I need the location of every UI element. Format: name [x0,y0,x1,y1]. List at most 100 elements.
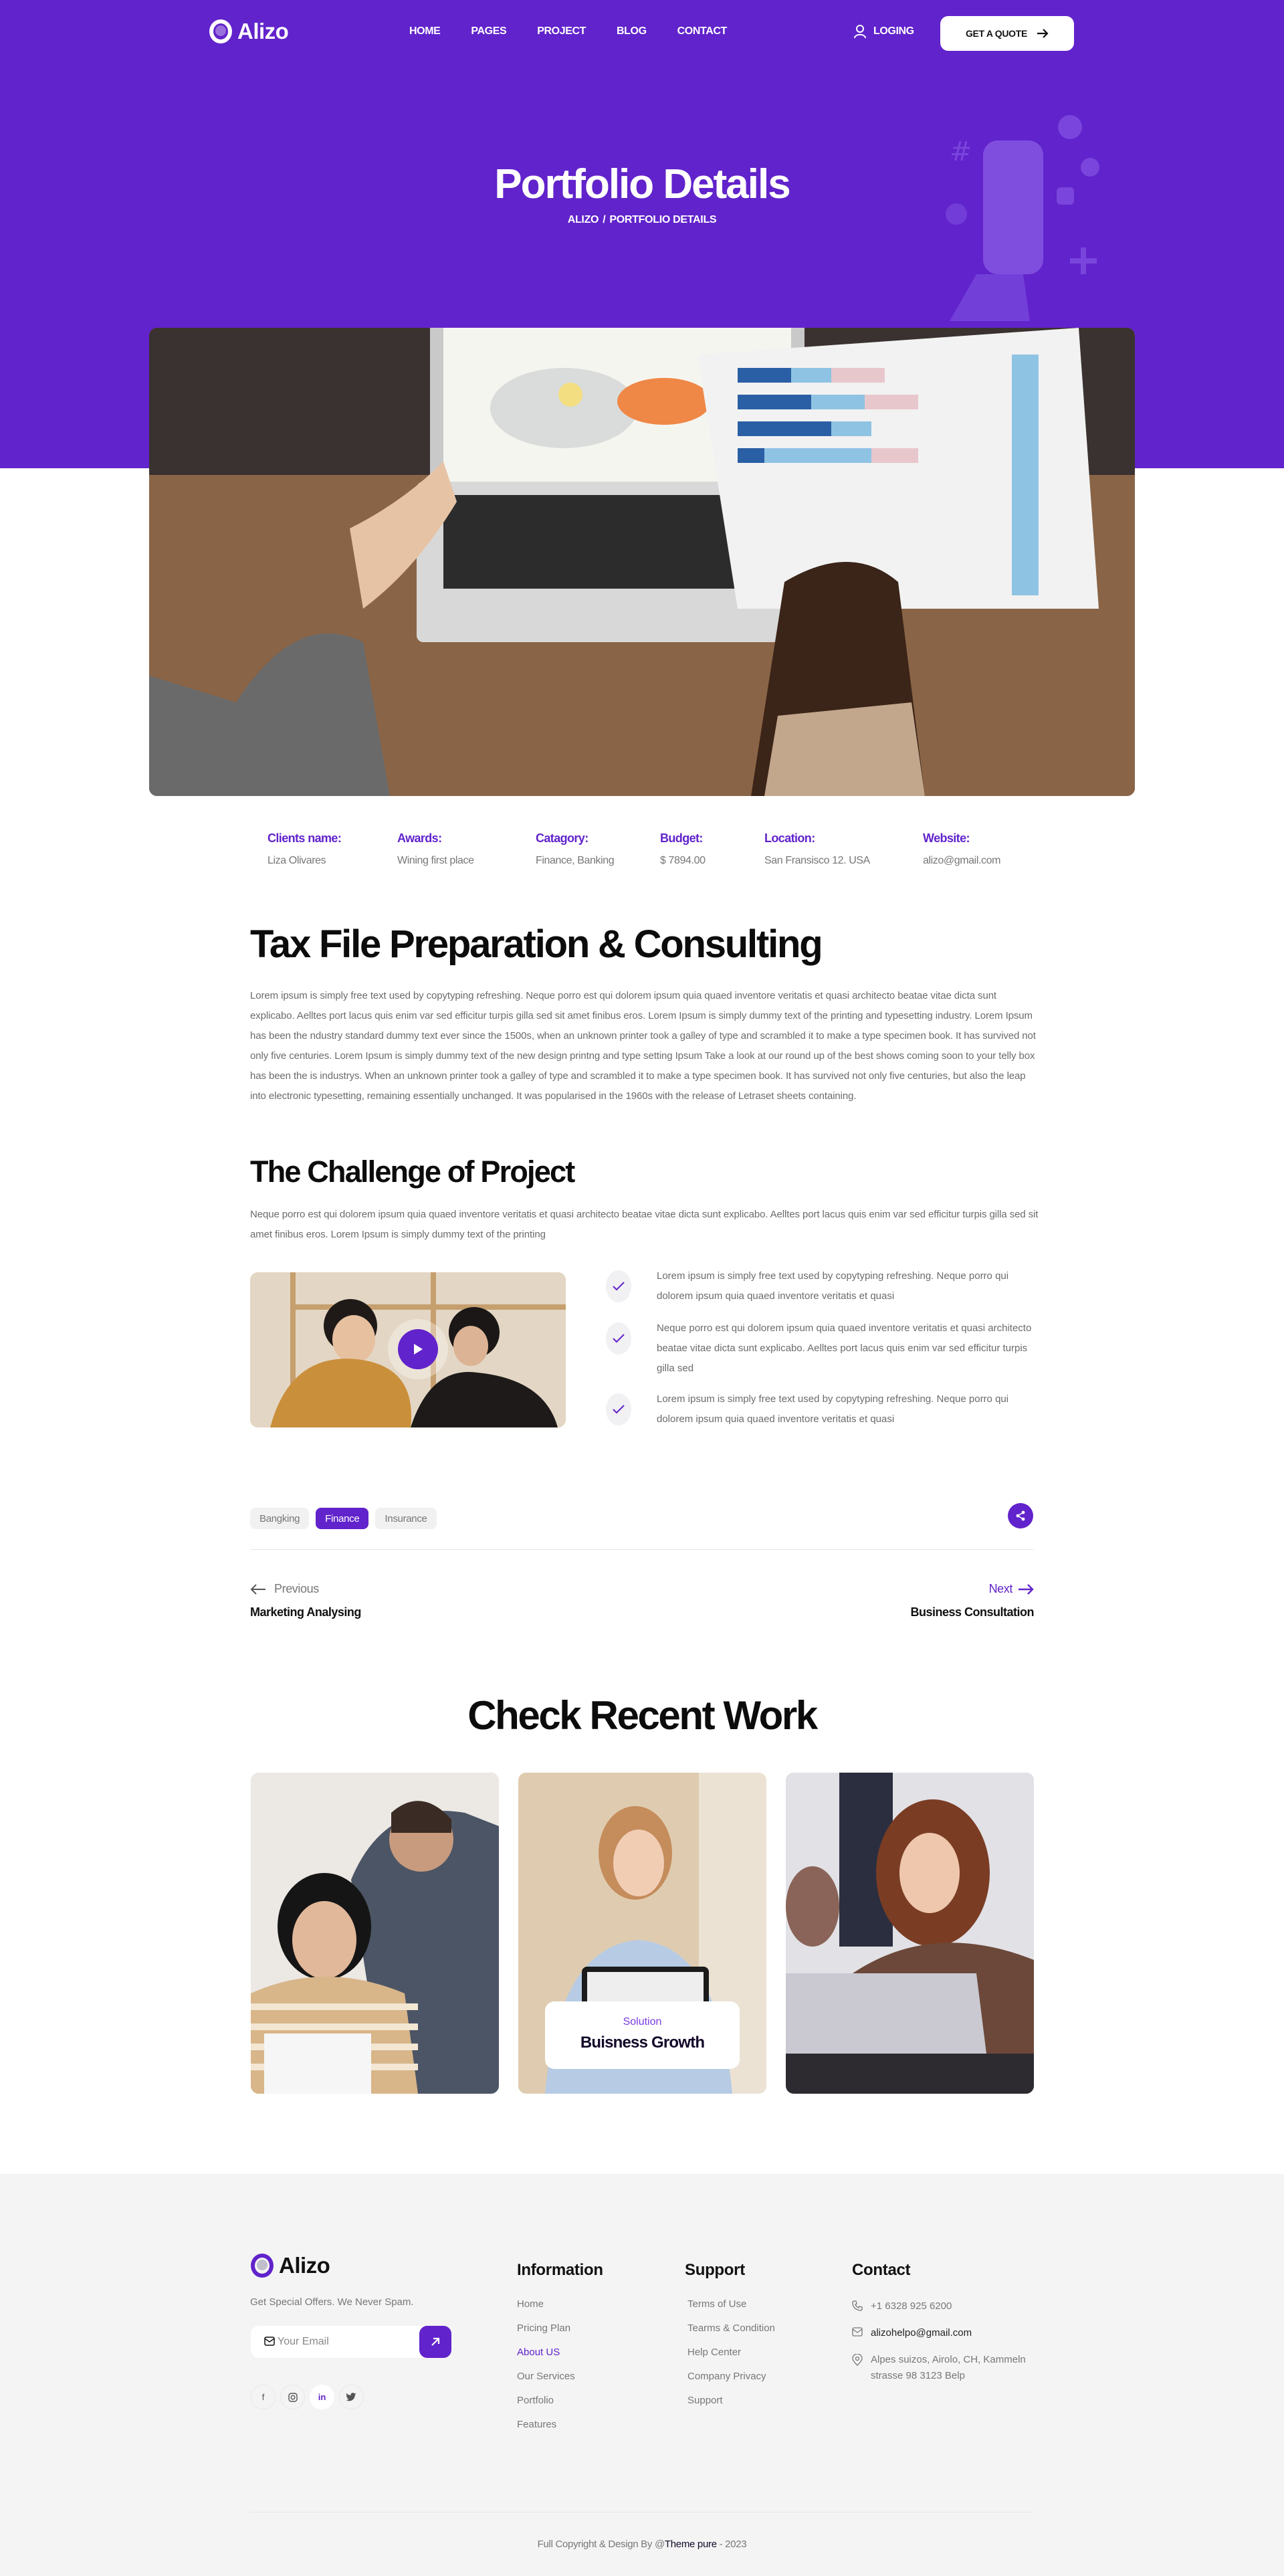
login-link[interactable]: LOGING [853,24,914,39]
footer-link-support[interactable]: Support [687,2395,775,2408]
info-website: Website: alizo@gmail.com [923,831,1000,867]
next-link[interactable]: Next [910,1582,1034,1596]
info-value: Liza Olivares [268,855,326,866]
footer-link-privacy[interactable]: Company Privacy [687,2371,775,2384]
footer-support-column: Support Terms of Use Tearms & Condition … [685,2261,775,2419]
instagram-glyph [288,2392,298,2402]
tag-insurance[interactable]: Insurance [375,1508,437,1529]
footer-link-features[interactable]: Features [517,2419,603,2432]
play-button[interactable] [388,1319,448,1379]
brand-logo[interactable]: Alizo [209,19,289,44]
previous-project[interactable]: Previous Marketing Analysing [250,1582,361,1619]
tag-finance[interactable]: Finance [316,1508,369,1529]
footer-link-help[interactable]: Help Center [687,2347,775,2360]
info-budget: Budget: $ 7894.00 [660,831,764,867]
footer-logo[interactable]: Alizo [251,2253,330,2278]
check-icon [613,1282,625,1291]
email-input[interactable] [278,2326,411,2358]
quote-label: GET A QUOTE [965,28,1028,39]
breadcrumb-separator: / [603,214,606,225]
top-navigation: Alizo HOME PAGES PROJECT BLOG CONTACT LO… [0,0,1284,67]
challenge-title: The Challenge of Project [250,1155,575,1189]
facebook-icon[interactable]: f [251,2385,276,2409]
nav-blog[interactable]: BLOG [617,25,647,37]
info-value: Finance, Banking [536,855,615,866]
checklist-item: Lorem ipsum is simply free text used by … [606,1389,1047,1429]
next-label: Next [988,1582,1013,1595]
recent-work-card-featured[interactable]: Solution Buisness Growth [518,1773,766,2094]
recent-work-card[interactable] [786,1773,1034,2094]
recent-work-card[interactable] [251,1773,499,2094]
info-label: Awards: [397,831,442,845]
card-photo [251,1773,499,2094]
tag-banking[interactable]: Bangking [250,1508,310,1529]
share-icon [1016,1510,1025,1521]
project-info: Clients name: Liza Olivares Awards: Wini… [268,831,1016,867]
newsletter-submit-button[interactable] [419,2326,451,2358]
nav-home[interactable]: HOME [409,25,441,37]
newsletter-tagline: Get Special Offers. We Never Spam. [250,2296,414,2308]
footer-link-services[interactable]: Our Services [517,2371,603,2384]
info-label: Clients name: [268,831,342,845]
project-title: Tax File Preparation & Consulting [250,922,823,966]
brand-name: Alizo [237,19,289,43]
logo-icon [251,2254,274,2278]
breadcrumb-current: PORTFOLIO DETAILS [609,214,717,225]
footer-link-terms[interactable]: Terms of Use [687,2298,775,2312]
footer-link-about[interactable]: About US [517,2347,603,2360]
twitter-icon[interactable] [339,2385,364,2409]
info-label: Location: [764,831,815,845]
section-divider [250,1549,1034,1550]
previous-link[interactable]: Previous [250,1582,361,1596]
information-heading: Information [517,2261,603,2279]
previous-label: Previous [274,1582,319,1595]
contact-phone[interactable]: +1 6328 925 6200 [852,2298,1039,2314]
recent-work-title: Check Recent Work [467,1693,818,1738]
info-label: Catagory: [536,831,588,845]
linkedin-icon[interactable]: in [310,2385,334,2409]
breadcrumb-home[interactable]: ALIZO [568,214,599,225]
main-menu: HOME PAGES PROJECT BLOG CONTACT [409,25,758,37]
info-value: $ 7894.00 [660,855,706,866]
copyright-prefix: Full Copyright & Design By @ [537,2539,665,2550]
play-button-inner [398,1329,438,1369]
check-icon-wrapper [606,1393,631,1425]
footer-link-home[interactable]: Home [517,2298,603,2312]
info-label: Website: [923,831,970,845]
info-category: Catagory: Finance, Banking [536,831,660,867]
contact-email[interactable]: alizohelpo@gmail.com [852,2325,1039,2341]
get-a-quote-button[interactable]: GET A QUOTE [940,16,1074,51]
mail-icon [852,2327,863,2337]
share-button[interactable] [1008,1503,1033,1528]
nav-contact[interactable]: CONTACT [677,25,728,37]
mail-icon [264,2337,275,2346]
info-awards: Awards: Wining first place [397,831,536,867]
footer-link-conditions[interactable]: Tearms & Condition [687,2322,775,2336]
checklist-item: Neque porro est qui dolorem ipsum quia q… [606,1318,1047,1389]
nav-pages[interactable]: PAGES [471,25,506,37]
footer-information-column: Information Home Pricing Plan About US O… [517,2261,603,2443]
checklist-text: Neque porro est qui dolorem ipsum quia q… [657,1322,1032,1374]
card-title[interactable]: Buisness Growth [545,2034,740,2052]
footer-link-pricing[interactable]: Pricing Plan [517,2322,603,2336]
footer-brand-name: Alizo [279,2253,330,2278]
info-value[interactable]: alizo@gmail.com [923,855,1000,867]
previous-title[interactable]: Marketing Analysing [250,1605,361,1619]
copyright-suffix: - 2023 [716,2539,747,2550]
next-title[interactable]: Business Consultation [910,1605,1034,1619]
footer-link-portfolio[interactable]: Portfolio [517,2395,603,2408]
play-icon [414,1344,423,1355]
hero-decoration-illustration: # [946,115,1099,321]
checklist-text: Lorem ipsum is simply free text used by … [657,1270,1009,1302]
twitter-glyph [346,2393,356,2401]
next-project[interactable]: Next Business Consultation [910,1582,1034,1619]
nav-project[interactable]: PROJECT [537,25,586,37]
copyright-brand-link[interactable]: Theme pure [665,2539,717,2550]
featured-card-caption: Solution Buisness Growth [545,2001,740,2069]
main-image-illustration [149,328,1135,796]
video-thumbnail[interactable] [250,1272,566,1427]
info-value: Wining first place [397,855,474,866]
info-client: Clients name: Liza Olivares [268,831,397,867]
support-heading: Support [685,2261,745,2279]
instagram-icon[interactable] [280,2385,305,2409]
